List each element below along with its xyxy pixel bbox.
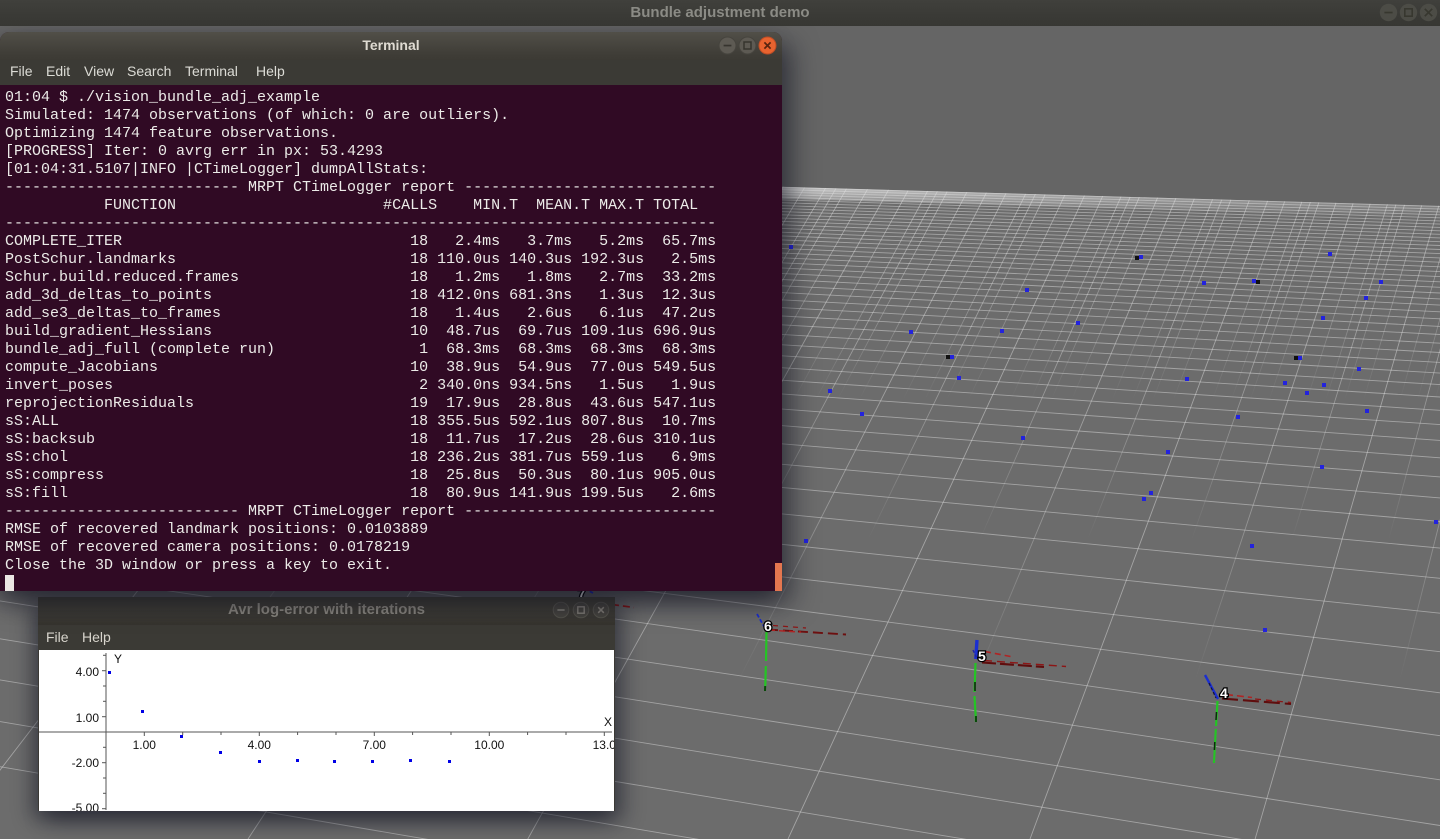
svg-text:1.00: 1.00 [76, 711, 100, 725]
svg-text:-2.00: -2.00 [72, 756, 100, 770]
svg-text:5: 5 [978, 648, 986, 664]
svg-text:Y: Y [114, 652, 122, 666]
svg-text:13.0: 13.0 [593, 738, 614, 752]
svg-text:4.00: 4.00 [248, 738, 272, 752]
svg-text:4.00: 4.00 [76, 665, 100, 679]
svg-text:10.00: 10.00 [474, 738, 504, 752]
svg-text:-5.00: -5.00 [72, 801, 100, 811]
svg-text:6: 6 [764, 618, 772, 634]
svg-text:1.00: 1.00 [133, 738, 157, 752]
svg-text:4: 4 [1220, 685, 1228, 701]
svg-text:7.00: 7.00 [363, 738, 387, 752]
svg-text:X: X [604, 715, 612, 729]
